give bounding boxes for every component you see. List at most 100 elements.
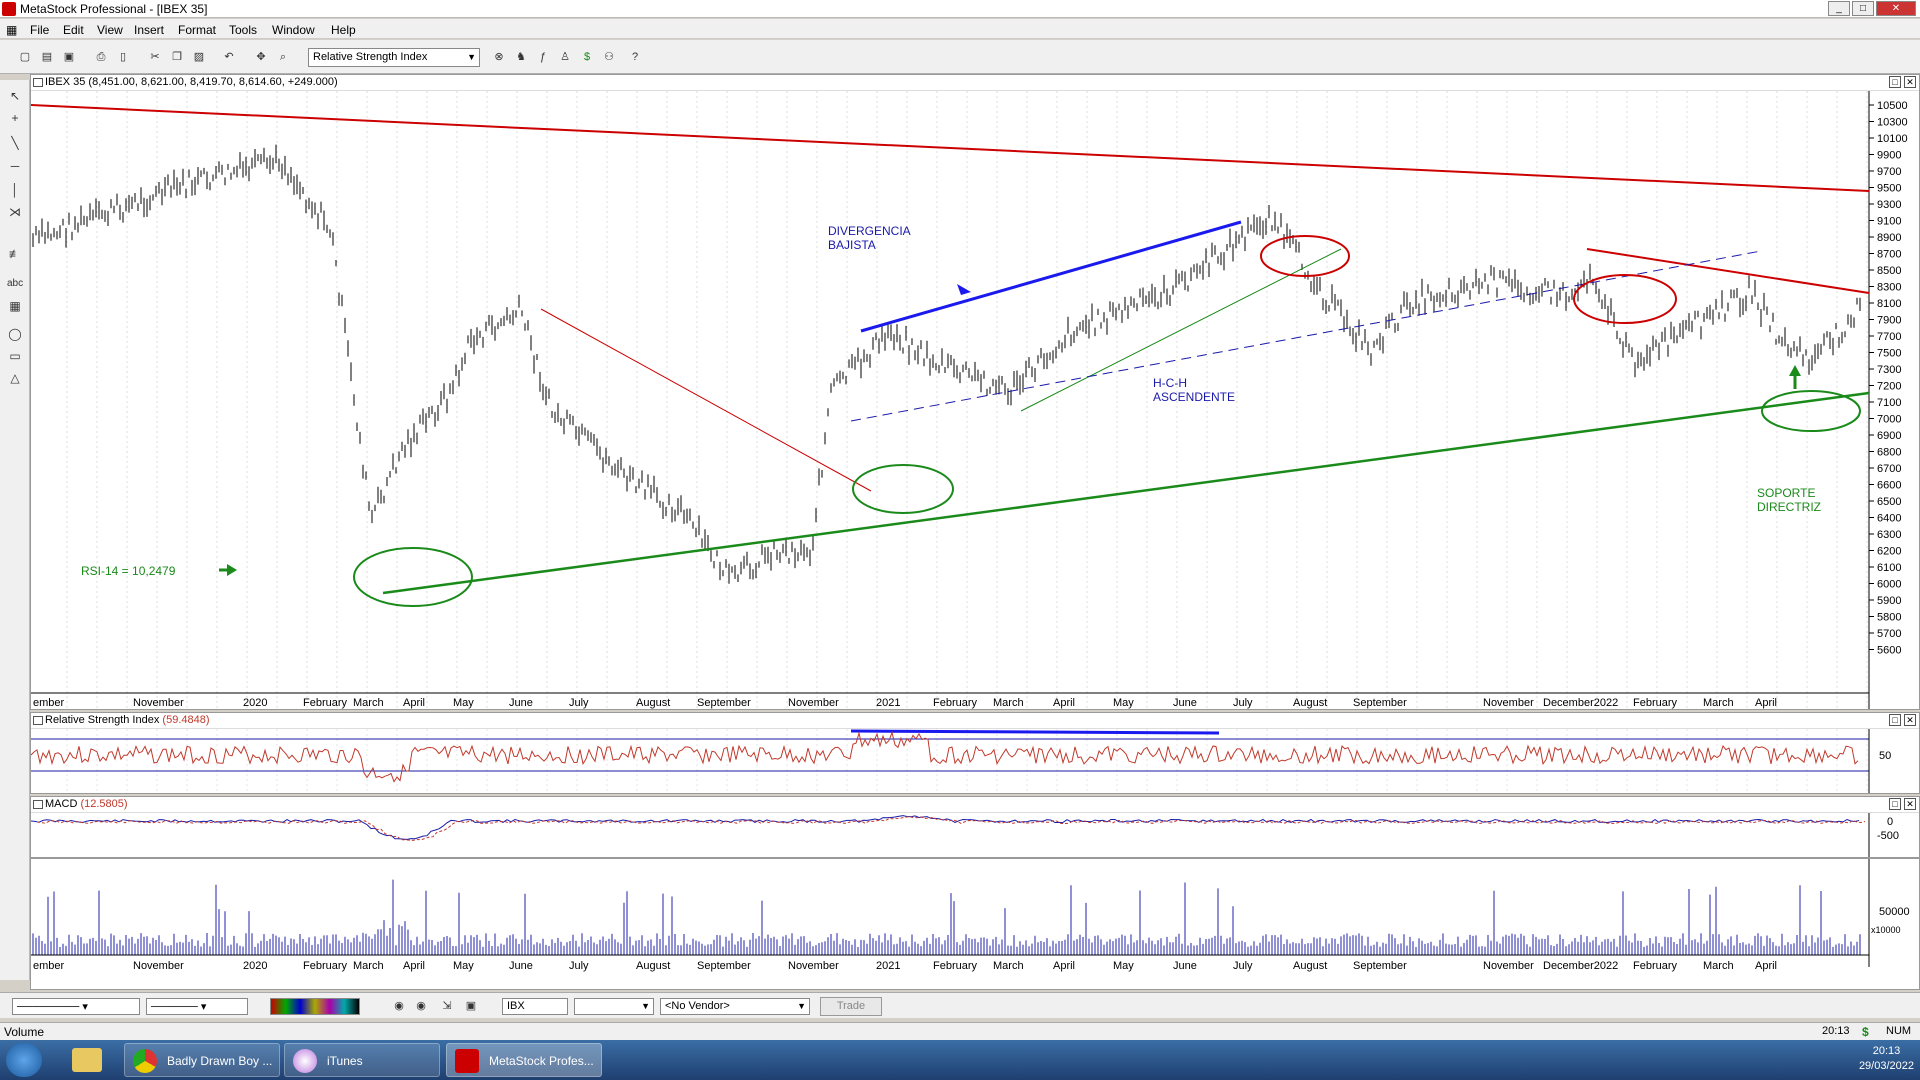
pane-maximize-icon[interactable]: □ [1889, 798, 1901, 810]
minimize-button[interactable]: _ [1828, 1, 1850, 16]
rectangle-icon[interactable]: ▭ [7, 348, 23, 364]
rsi-pane[interactable]: Relative Strength Index (59.4848) □ ✕ 50 [30, 712, 1920, 794]
price-axis-label: 7000 [1877, 414, 1901, 426]
price-axis-label: 9900 [1877, 150, 1901, 162]
explorer-icon[interactable]: ⚇ [602, 50, 616, 64]
fibonacci-icon[interactable]: ⋊ [7, 204, 23, 220]
folder-icon[interactable] [72, 1048, 102, 1072]
menu-format[interactable]: Format [178, 23, 216, 37]
chrome-alt-icon[interactable]: ◉ [414, 999, 428, 1013]
doc-icon[interactable]: ▦ [6, 23, 17, 37]
paste-icon[interactable]: ▨ [192, 50, 206, 64]
price-pane[interactable]: IBEX 35 (8,451.00, 8,621.00, 8,419.70, 8… [30, 74, 1920, 710]
x-axis-label: April [403, 960, 425, 972]
chrome-icon[interactable]: ◉ [392, 999, 406, 1013]
color-palette[interactable] [270, 998, 360, 1015]
grid-icon[interactable]: ▦ [7, 298, 23, 314]
macd-pane[interactable]: MACD (12.5805) □ ✕ 0 -500 [30, 796, 1920, 858]
x-axis-label: March [1703, 960, 1734, 972]
macd-pane-header: MACD (12.5805) □ ✕ [31, 797, 1919, 813]
menu-help[interactable]: Help [331, 23, 356, 37]
move-icon[interactable]: ✥ [254, 50, 268, 64]
help-icon[interactable]: ? [628, 50, 642, 64]
undo-icon[interactable]: ↶ [222, 50, 236, 64]
x-axis-label: December2022 [1543, 697, 1618, 709]
pane-close-icon[interactable]: ✕ [1904, 714, 1916, 726]
x-axis-label: September [1353, 960, 1407, 972]
taskbar-item-metastock[interactable]: MetaStock Profes... [446, 1043, 602, 1077]
taskbar-item-label: MetaStock Profes... [489, 1054, 594, 1068]
pane-maximize-icon[interactable]: □ [1889, 76, 1901, 88]
price-axis-label: 9700 [1877, 166, 1901, 178]
start-button[interactable] [6, 1043, 42, 1077]
crosshair-icon[interactable]: + [7, 110, 23, 126]
snapshot-icon[interactable]: ▣ [464, 999, 478, 1013]
pane-maximize-icon[interactable]: □ [1889, 714, 1901, 726]
print-icon[interactable]: ⎙ [94, 50, 108, 64]
export-icon[interactable]: ⇲ [440, 999, 454, 1013]
open-icon[interactable]: ▤ [40, 50, 54, 64]
price-axis-label: 6500 [1877, 496, 1901, 508]
rsi-chart[interactable]: 50 [31, 729, 1919, 793]
metastock-app-icon [2, 2, 16, 16]
lock-icon[interactable]: ⊗ [492, 50, 506, 64]
vertical-line-icon[interactable]: │ [7, 182, 23, 198]
chevron-down-icon: ▼ [467, 52, 476, 62]
trade-button[interactable]: Trade [820, 997, 882, 1016]
formula-icon[interactable]: ƒ [536, 50, 550, 64]
menu-window[interactable]: Window [272, 23, 315, 37]
price-axis-label: 7200 [1877, 381, 1901, 393]
copy-icon[interactable]: ❐ [170, 50, 184, 64]
rsi-value: (59.4848) [162, 714, 210, 726]
trendline-icon[interactable]: ╲ [7, 135, 23, 151]
vendor-value: <No Vendor> [665, 1000, 730, 1012]
text-icon[interactable]: abc [7, 276, 23, 292]
price-chart[interactable]: 10500 10300 10100 9900 9700 9500 9300 9100 8900 8… [31, 91, 1919, 709]
price-axis-label: 7100 [1877, 397, 1901, 409]
volume-pane[interactable]: 50000 x10000 ember November 2020 February Marc… [30, 858, 1920, 990]
menu-tools[interactable]: Tools [229, 23, 257, 37]
triangle-icon[interactable]: △ [7, 370, 23, 386]
indicator-select[interactable]: Relative Strength Index ▼ [308, 48, 480, 67]
pane-close-icon[interactable]: ✕ [1904, 76, 1916, 88]
x-axis-label: May [453, 697, 474, 709]
menu-bar: ▦ File Edit View Insert Format Tools Win… [0, 19, 1920, 39]
cut-icon[interactable]: ✂ [148, 50, 162, 64]
x-axis-label: November [1483, 697, 1534, 709]
volume-chart[interactable]: 50000 x10000 ember November 2020 February Marc… [31, 859, 1919, 989]
dollar-icon[interactable]: $ [580, 50, 594, 64]
system-clock[interactable]: 20:13 29/03/2022 [1859, 1044, 1914, 1074]
save-icon[interactable]: ▣ [62, 50, 76, 64]
x-axis-label: August [636, 697, 670, 709]
x-axis-label: July [1233, 960, 1253, 972]
expert-icon[interactable]: ♞ [514, 50, 528, 64]
price-axis-label: 8500 [1877, 265, 1901, 277]
fan-icon[interactable]: ≢ [7, 246, 23, 262]
menu-edit[interactable]: Edit [63, 23, 84, 37]
price-axis-label: 7500 [1877, 348, 1901, 360]
symbol-input[interactable]: IBX [502, 998, 568, 1015]
x-axis-label: ember [33, 960, 65, 972]
pane-close-icon[interactable]: ✕ [1904, 798, 1916, 810]
price-axis-label: 5800 [1877, 612, 1901, 624]
horizontal-line-icon[interactable]: ─ [7, 158, 23, 174]
taskbar-item-itunes[interactable]: iTunes [284, 1043, 440, 1077]
x-axis-label: May [1113, 697, 1134, 709]
zoom-icon[interactable]: ⌕ [276, 50, 290, 64]
close-button[interactable]: ✕ [1876, 1, 1916, 16]
maximize-button[interactable]: □ [1852, 1, 1874, 16]
line-style-select[interactable]: ──────── ▾ [12, 998, 140, 1015]
pointer-icon[interactable]: ↖ [7, 88, 23, 104]
macd-chart[interactable]: 0 -500 [31, 813, 1919, 857]
print-preview-icon[interactable]: ▯ [116, 50, 130, 64]
line-weight-select[interactable]: ────── ▾ [146, 998, 248, 1015]
vendor-select[interactable]: <No Vendor> ▼ [660, 998, 810, 1015]
periodicity-select[interactable]: ▼ [574, 998, 654, 1015]
menu-file[interactable]: File [30, 23, 49, 37]
menu-view[interactable]: View [97, 23, 123, 37]
ellipse-icon[interactable]: ◯ [7, 326, 23, 342]
system-tester-icon[interactable]: ♙ [558, 50, 572, 64]
menu-insert[interactable]: Insert [134, 23, 164, 37]
taskbar-item-chrome[interactable]: Badly Drawn Boy ... [124, 1043, 280, 1077]
new-icon[interactable]: ▢ [18, 50, 32, 64]
